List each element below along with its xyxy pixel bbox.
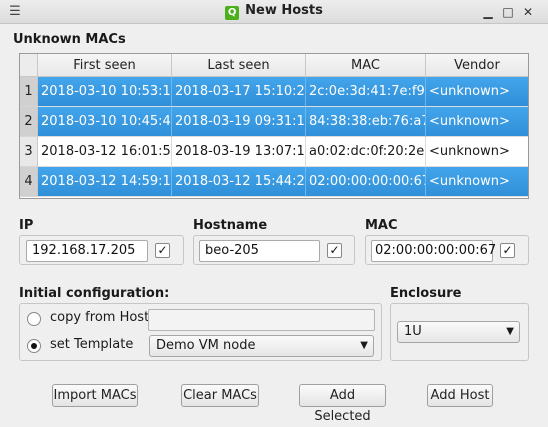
- clear-macs-button[interactable]: Clear MACs: [181, 384, 259, 407]
- table-cell-last-seen[interactable]: 2018-03-19 13:07:15: [172, 137, 306, 167]
- table-cell-first-seen[interactable]: 2018-03-12 16:01:50: [38, 137, 172, 167]
- column-header-last-seen[interactable]: Last seen: [172, 54, 306, 77]
- table-cell-mac[interactable]: 2c:0e:3d:41:7e:f9: [306, 77, 426, 107]
- copy-from-host-label[interactable]: copy from Host: [50, 310, 149, 325]
- table-cell-first-seen[interactable]: 2018-03-12 14:59:10: [38, 167, 172, 197]
- table-cell-last-seen[interactable]: 2018-03-12 15:44:29: [172, 167, 306, 197]
- template-select[interactable]: Demo VM node ▼: [149, 335, 374, 357]
- table-cell-first-seen[interactable]: 2018-03-10 10:53:14: [38, 77, 172, 107]
- unknown-macs-table[interactable]: First seen Last seen MAC Vendor 1 2018-0…: [19, 53, 529, 199]
- mac-label: MAC: [365, 218, 398, 233]
- maximize-icon[interactable]: □: [500, 4, 516, 20]
- hostname-input[interactable]: beo-205: [199, 240, 320, 262]
- enclosure-select-value: 1U: [404, 324, 422, 339]
- table-cell-vendor[interactable]: <unknown>: [426, 167, 528, 197]
- chevron-down-icon: ▼: [506, 326, 514, 337]
- mac-input[interactable]: 02:00:00:00:00:67: [371, 240, 496, 262]
- ip-input[interactable]: 192.168.17.205: [26, 240, 148, 262]
- table-corner: [20, 54, 38, 77]
- unknown-macs-label: Unknown MACs: [13, 32, 126, 47]
- set-template-label[interactable]: set Template: [50, 337, 133, 352]
- window-title-text: New Hosts: [245, 3, 323, 18]
- enclosure-label: Enclosure: [390, 286, 462, 301]
- minimize-icon[interactable]: ▁: [480, 4, 496, 20]
- table-cell-mac[interactable]: 02:00:00:00:00:67: [306, 167, 426, 197]
- app-logo-icon: Q: [225, 6, 240, 20]
- window-title: Q New Hosts: [0, 3, 548, 20]
- import-macs-button[interactable]: Import MACs: [52, 384, 138, 407]
- copy-from-host-radio[interactable]: [27, 312, 41, 326]
- column-header-first-seen[interactable]: First seen: [38, 54, 172, 77]
- set-template-radio[interactable]: [27, 339, 41, 353]
- title-bar: ☰ Q New Hosts ▁ □ ✕: [0, 0, 548, 24]
- row-header[interactable]: 1: [20, 77, 38, 107]
- template-select-value: Demo VM node: [156, 338, 256, 353]
- close-icon[interactable]: ✕: [520, 4, 536, 20]
- ip-label: IP: [19, 218, 34, 233]
- table-cell-first-seen[interactable]: 2018-03-10 10:45:48: [38, 107, 172, 137]
- add-selected-button[interactable]: Add Selected: [299, 384, 386, 424]
- row-header[interactable]: 2: [20, 107, 38, 137]
- column-header-vendor[interactable]: Vendor: [426, 54, 528, 77]
- ip-checkbox[interactable]: ✓: [155, 243, 170, 258]
- mac-checkbox[interactable]: ✓: [500, 243, 515, 258]
- chevron-down-icon: ▼: [360, 340, 368, 351]
- table-cell-mac[interactable]: 84:38:38:eb:76:a7: [306, 107, 426, 137]
- row-header[interactable]: 3: [20, 137, 38, 167]
- row-header[interactable]: 4: [20, 167, 38, 197]
- add-host-button[interactable]: Add Host: [427, 384, 493, 407]
- copy-from-host-input[interactable]: [148, 309, 375, 331]
- column-header-mac[interactable]: MAC: [306, 54, 426, 77]
- table-cell-vendor[interactable]: <unknown>: [426, 137, 528, 167]
- hostname-checkbox[interactable]: ✓: [327, 243, 342, 258]
- hostname-label: Hostname: [193, 218, 268, 233]
- table-cell-last-seen[interactable]: 2018-03-19 09:31:11: [172, 107, 306, 137]
- table-cell-vendor[interactable]: <unknown>: [426, 107, 528, 137]
- table-cell-mac[interactable]: a0:02:dc:0f:20:2e: [306, 137, 426, 167]
- table-cell-vendor[interactable]: <unknown>: [426, 77, 528, 107]
- initial-config-label: Initial configuration:: [19, 286, 170, 301]
- enclosure-select[interactable]: 1U ▼: [397, 321, 520, 343]
- table-cell-last-seen[interactable]: 2018-03-17 15:10:24: [172, 77, 306, 107]
